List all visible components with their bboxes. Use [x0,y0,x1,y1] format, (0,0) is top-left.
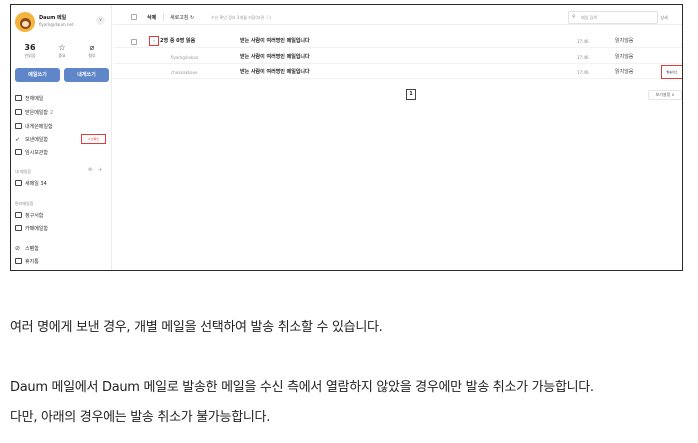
folder-icon [15,149,22,155]
sidebar-item-label: 전체메일 [25,96,44,102]
read-summary: 2명 중 0명 읽음 [160,38,196,44]
starred-label: 중요 [58,53,66,58]
mail-subject[interactable]: 받는 사람이 여러명인 메일입니다 [240,66,310,79]
my-mailbox-section-title: 내 메일함 [15,169,31,174]
recipient-row[interactable]: flyark@kakao 받는 사람이 여러명인 메일입니다 17:46 읽지않… [113,51,682,64]
sidebar-item-bills[interactable]: 청구서함 [15,211,109,221]
inbox-icon [15,109,22,115]
starred-stat[interactable]: ☆ 중요 [51,43,73,59]
description-paragraph: 다만, 아래의 경우에는 발송 취소가 불가능합니다. [10,410,271,425]
trash-icon [15,258,22,264]
note-icon [15,123,22,129]
sidebar-item-label: 내게쓴메일함 [25,124,53,130]
read-receipt-note: 수신 확인 정보 3개월 저장(보관 ⓘ) [211,15,272,20]
description-paragraph: 여러 명에게 보낸 경우, 개별 메일을 선택하여 발송 취소할 수 있습니다. [10,320,383,335]
sidebar-item-cafe[interactable]: 카페메일함 [15,224,109,234]
mail-screenshot: Daum 메일 flyark@daum.net ∨ 36 안읽음 ☆ 중요 ⌀ … [10,4,683,271]
read-status: 읽지않음 [615,38,634,44]
unread-stat[interactable]: 36 안읽음 [19,43,41,59]
sidebar-item-spam[interactable]: ⊘ 스팸함 [15,244,109,254]
select-all-checkbox[interactable] [131,14,137,20]
compose-buttons: 메일쓰기 내게쓰기 [15,68,109,82]
page-number[interactable]: 1 [406,89,416,100]
description-paragraph: Daum 메일에서 Daum 메일로 발송한 메일을 수신 측에서 열람하지 않… [10,380,594,395]
mail-subject[interactable]: 받는 사람이 여러명인 메일입니다 [240,35,310,48]
bill-icon [15,212,22,218]
block-icon: ⊘ [15,245,21,252]
unread-count: 36 [24,43,36,52]
profile-name: Daum 메일 [39,15,67,21]
folder-icon [15,225,22,231]
send-icon: ➶ [15,136,21,143]
sidebar-item-trash[interactable]: 휴지통 [15,257,109,267]
unread-label: 안읽음 [24,53,36,58]
sidebar-item-label: 휴지통 [25,259,39,265]
recipient-address: flyark@kakao [171,55,199,60]
sent-cancel-tag[interactable]: 수신확인 [81,134,106,144]
mail-time: 17:46 [577,39,589,44]
cancel-send-button[interactable]: 발송취소 [661,65,682,79]
delete-button[interactable]: 삭제 [147,14,156,21]
sidebar-item-label: 청구서함 [25,213,44,219]
my-mailbox-actions[interactable]: ⚙ + [88,167,104,173]
avatar[interactable] [15,12,35,32]
toolbar-divider [163,14,164,21]
sidebar-item-label: 카페메일함 [25,226,49,232]
mail-time: 17:46 [577,55,589,60]
expand-recipients-icon[interactable]: ∨ [149,36,159,46]
profile-menu-icon[interactable]: ∨ [96,16,105,25]
sidebar-item-inbox[interactable]: 받은메일함 2 [15,108,109,118]
search-input[interactable]: ⚲ 메일 검색 [568,11,658,24]
detail-search-button[interactable]: 상세 [654,11,674,24]
sidebar-item-drafts[interactable]: 임시보관함 [15,148,109,158]
mail-stats: 36 안읽음 ☆ 중요 ⌀ 첨부 [19,43,105,63]
search-icon: ⚲ [572,14,576,20]
sidebar-item-label: 새메일 34 [25,181,47,187]
sidebar-item-all-mail[interactable]: 전체메일 [15,94,109,104]
mail-toolbar: 삭제 새로고침 ↻ 수신 확인 정보 3개월 저장(보관 ⓘ) ⚲ 메일 검색 상… [113,5,682,25]
sidebar-item-label: 받은메일함 [25,110,49,116]
recipient-address: choanakkave [171,70,198,75]
sidebar-item-label: 보낸메일함 [25,137,49,143]
view-settings-button[interactable]: 보기설정 ∨ [648,90,682,100]
profile-email: flyark@daum.net [39,22,74,27]
mail-subject[interactable]: 받는 사람이 여러명인 메일입니다 [240,51,310,64]
write-mail-button[interactable]: 메일쓰기 [15,68,60,82]
paperclip-icon: ⌀ [89,43,95,52]
attachment-stat[interactable]: ⌀ 첨부 [81,43,103,59]
sidebar-item-label: 임시보관함 [25,150,49,156]
refresh-button[interactable]: 새로고침 ↻ [170,14,194,21]
inbox-icon [15,95,22,101]
mail-time: 17:46 [577,70,589,75]
star-icon: ☆ [58,43,66,52]
sidebar: Daum 메일 flyark@daum.net ∨ 36 안읽음 ☆ 중요 ⌀ … [11,5,112,270]
read-status: 읽지않음 [615,69,634,75]
sidebar-item-new-mail[interactable]: 새메일 34 [15,179,109,189]
search-placeholder: 메일 검색 [581,15,597,20]
service-section-title: 편리메일함 [15,201,34,206]
recipient-row[interactable]: choanakkave 받는 사람이 여러명인 메일입니다 17:46 읽지않음 [113,66,682,79]
sidebar-item-self-mail[interactable]: 내게쓴메일함 [15,122,109,132]
read-status: 읽지않음 [615,54,634,60]
attachment-label: 첨부 [88,53,96,58]
mail-list-panel: 삭제 새로고침 ↻ 수신 확인 정보 3개월 저장(보관 ⓘ) ⚲ 메일 검색 상… [113,5,682,270]
folder-icon [15,180,22,186]
row-checkbox[interactable] [131,39,137,45]
write-to-self-button[interactable]: 내게쓰기 [64,68,109,82]
mail-row[interactable]: 2명 중 0명 읽음 받는 사람이 여러명인 메일입니다 17:46 읽지않음 [113,35,682,48]
profile-area: Daum 메일 flyark@daum.net ∨ [15,11,109,41]
sidebar-item-label: 스팸함 [25,246,39,252]
inbox-count: 2 [50,110,54,116]
